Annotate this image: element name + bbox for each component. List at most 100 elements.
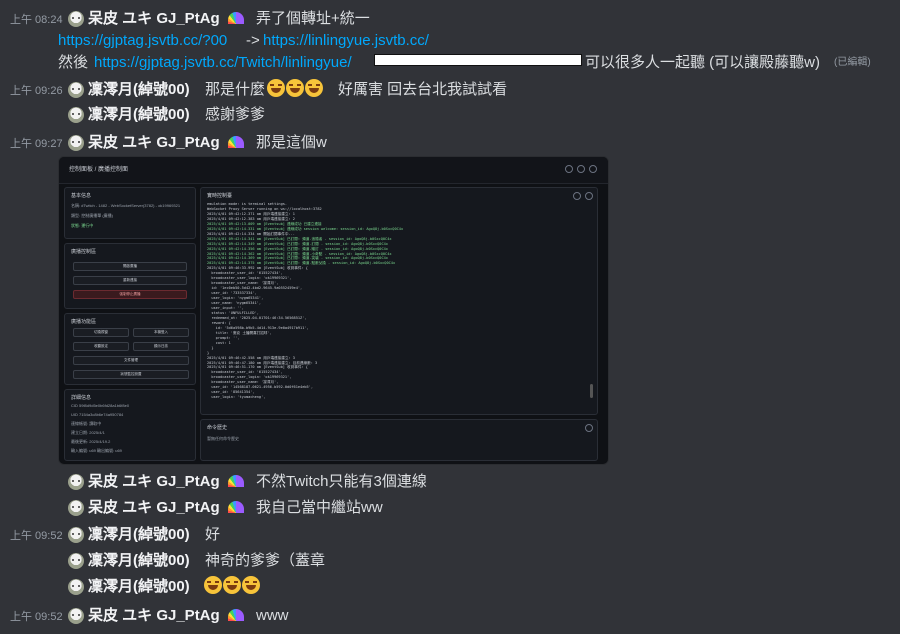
message-row: https://gjptag.jsvtb.cc/?00 -> https://l… xyxy=(0,30,900,52)
info-line: 連線帳號: 讀取中 xyxy=(71,421,102,426)
panel-title: 詳細信息 xyxy=(71,395,92,401)
console-log-line: user_login: 'tyumacheng', xyxy=(207,395,266,400)
avatar[interactable] xyxy=(68,500,84,516)
local-login-button[interactable]: 本機登入 xyxy=(133,328,189,337)
console-panel: 實時控制臺 emulation mode: is terminal settin… xyxy=(200,187,598,441)
timestamp: 上午 09:27 xyxy=(10,138,63,150)
moon-icon xyxy=(577,165,585,173)
avatar[interactable] xyxy=(68,474,84,490)
broadcast-ops-panel: 廣播功能區 切換視窗 本機登入 收聽設定 顯示日誌 文件管理 狀態監控設置 xyxy=(64,313,196,385)
username[interactable]: 凜澪月(綽號00) xyxy=(88,550,190,572)
detail-info-panel: 詳細信息 CID 59f8d9d5e0b6fd28a1b6f8e0 UID 71… xyxy=(64,389,196,461)
command-history-panel: 命令歷史 暫無任何命令歷史 xyxy=(200,419,598,461)
message-row[interactable]: 上午 08:24 呆皮 ユキ GJ_PtAg 弄了個轉址+統一 xyxy=(0,8,900,30)
timestamp: 上午 09:52 xyxy=(10,611,63,623)
expand-icon[interactable] xyxy=(585,192,593,200)
message-row[interactable]: 上午 09:27 呆皮 ユキ GJ_PtAg 那是這個w xyxy=(0,132,900,154)
avatar[interactable] xyxy=(68,135,84,151)
username[interactable]: 呆皮 ユキ GJ_PtAg xyxy=(88,497,220,519)
avatar[interactable] xyxy=(68,608,84,624)
rainbow-emoji-icon xyxy=(228,605,244,627)
info-line: 名稱: #Twitch - 1482 - WebSocketServer(378… xyxy=(71,203,181,208)
info-line: 最後更新: 2025/4/19.2 xyxy=(71,439,111,444)
console-scrollbar[interactable] xyxy=(590,384,593,398)
file-manager-button[interactable]: 文件管理 xyxy=(73,356,189,365)
username[interactable]: 呆皮 ユキ GJ_PtAg xyxy=(88,605,220,627)
username[interactable]: 凜澪月(綽號00) xyxy=(88,79,190,101)
switch-window-button[interactable]: 切換視窗 xyxy=(73,328,129,337)
avatar[interactable] xyxy=(68,107,84,123)
close-icon[interactable] xyxy=(585,424,593,432)
username[interactable]: 凜澪月(綽號00) xyxy=(88,524,190,546)
panel-title: 基本信息 xyxy=(71,193,92,199)
username[interactable]: 呆皮 ユキ GJ_PtAg xyxy=(88,132,220,154)
message-row[interactable]: 呆皮 ユキ GJ_PtAg 不然Twitch只能有3個連線 xyxy=(0,471,900,493)
panel-title: 實時控制臺 xyxy=(207,193,233,199)
avatar[interactable] xyxy=(68,82,84,98)
arrow-text: -> xyxy=(246,32,260,49)
info-line: CID 59f8d9d5e0b6fd28a1b6f8e0 xyxy=(71,403,130,408)
message-text: 好厲害 回去台北我試試看 xyxy=(338,81,508,98)
status-monitor-button[interactable]: 狀態監控設置 xyxy=(73,370,189,379)
panel-title: 命令歷史 xyxy=(207,425,228,431)
username[interactable]: 呆皮 ユキ GJ_PtAg xyxy=(88,471,220,493)
message-text: 可以很多人一起聽 (可以讓殿藤聽w) xyxy=(585,54,820,71)
refresh-icon xyxy=(565,165,573,173)
message-row[interactable]: 凜澪月(綽號00) 感謝爹爹 xyxy=(0,104,900,126)
rofl-emoji-icon xyxy=(267,79,324,101)
broadcast-control-panel: 廣播控制區 開啟廣播 重新連接 強制停止廣播 xyxy=(64,243,196,309)
info-line: 狀態: 運行中 xyxy=(71,223,94,228)
avatar[interactable] xyxy=(68,579,84,595)
rainbow-emoji-icon xyxy=(228,497,244,519)
message-text: 感謝爹爹 xyxy=(205,106,266,123)
avatar[interactable] xyxy=(68,527,84,543)
basic-info-panel: 基本信息 名稱: #Twitch - 1482 - WebSocketServe… xyxy=(64,187,196,239)
username[interactable]: 凜澪月(綽號00) xyxy=(88,104,190,126)
link[interactable]: https://linlingyue.jsvtb.cc/ xyxy=(263,30,429,52)
username[interactable]: 凜澪月(綽號00) xyxy=(88,576,190,598)
info-line: UID 7154a3c8b6e74a950784 xyxy=(71,412,124,417)
link[interactable]: https://gjptag.jsvtb.cc/?00 xyxy=(58,30,227,52)
message-text: 弄了個轉址+統一 xyxy=(256,10,370,27)
timestamp: 上午 09:52 xyxy=(10,530,63,542)
message-text: 不然Twitch只能有3個連線 xyxy=(256,473,427,490)
link[interactable]: https://gjptag.jsvtb.cc/Twitch/linlingyu… xyxy=(94,52,352,74)
message-row[interactable]: 上午 09:52 呆皮 ユキ GJ_PtAg www xyxy=(0,605,900,627)
embed-title: 控制面板 / 廣播控制面 xyxy=(69,167,129,173)
message-row[interactable]: 凜澪月(綽號00) xyxy=(0,576,900,598)
avatar[interactable] xyxy=(68,11,84,27)
redacted-block xyxy=(374,52,582,74)
message-text: www xyxy=(256,607,289,624)
message-row[interactable]: 上午 09:52 凜澪月(綽號00) 好 xyxy=(0,524,900,546)
info-line: 建立日期: 2025/4/1 xyxy=(71,430,105,435)
message-text: 我自己當中繼站ww xyxy=(256,499,383,516)
message-text: 然後 xyxy=(58,54,89,71)
username[interactable]: 呆皮 ユキ GJ_PtAg xyxy=(88,8,220,30)
rainbow-emoji-icon xyxy=(228,132,244,154)
start-broadcast-button[interactable]: 開啟廣播 xyxy=(73,262,187,271)
avatar[interactable] xyxy=(68,553,84,569)
message-row[interactable]: 上午 09:26 凜澪月(綽號00) 那是什麼 好厲害 回去台北我試試看 xyxy=(0,79,900,101)
message-text: 那是什麼 xyxy=(205,81,266,98)
message-row[interactable]: 呆皮 ユキ GJ_PtAg 我自己當中繼站ww xyxy=(0,497,900,519)
rainbow-emoji-icon xyxy=(228,471,244,493)
timestamp: 上午 08:24 xyxy=(10,14,63,26)
command-history-text: 暫無任何命令歷史 xyxy=(207,436,239,441)
reconnect-button[interactable]: 重新連接 xyxy=(73,276,187,285)
message-text: 神奇的爹爹（蓋章 xyxy=(205,552,326,569)
copy-icon[interactable] xyxy=(573,192,581,200)
rainbow-emoji-icon xyxy=(228,8,244,30)
info-line: 輸入編號: u69 輸出編號: u69 xyxy=(71,448,122,453)
edited-label: (已編輯) xyxy=(834,57,871,68)
image-attachment[interactable]: 控制面板 / 廣播控制面 基本信息 名稱: #Twitch - 1482 - W… xyxy=(58,156,609,465)
message-text: 那是這個w xyxy=(256,134,327,151)
console-log[interactable]: emulation mode: is terminal settings. Web… xyxy=(207,202,596,426)
listen-settings-button[interactable]: 收聽設定 xyxy=(73,342,129,351)
force-stop-button[interactable]: 強制停止廣播 xyxy=(73,290,187,299)
embed-header: 控制面板 / 廣播控制面 xyxy=(59,157,608,184)
rofl-emoji-icon xyxy=(204,576,261,598)
message-row[interactable]: 凜澪月(綽號00) 神奇的爹爹（蓋章 xyxy=(0,550,900,572)
show-log-button[interactable]: 顯示日誌 xyxy=(133,342,189,351)
message-text: 好 xyxy=(205,526,221,543)
info-line: 類型: 控制廣播單 (廣播) xyxy=(71,213,113,218)
